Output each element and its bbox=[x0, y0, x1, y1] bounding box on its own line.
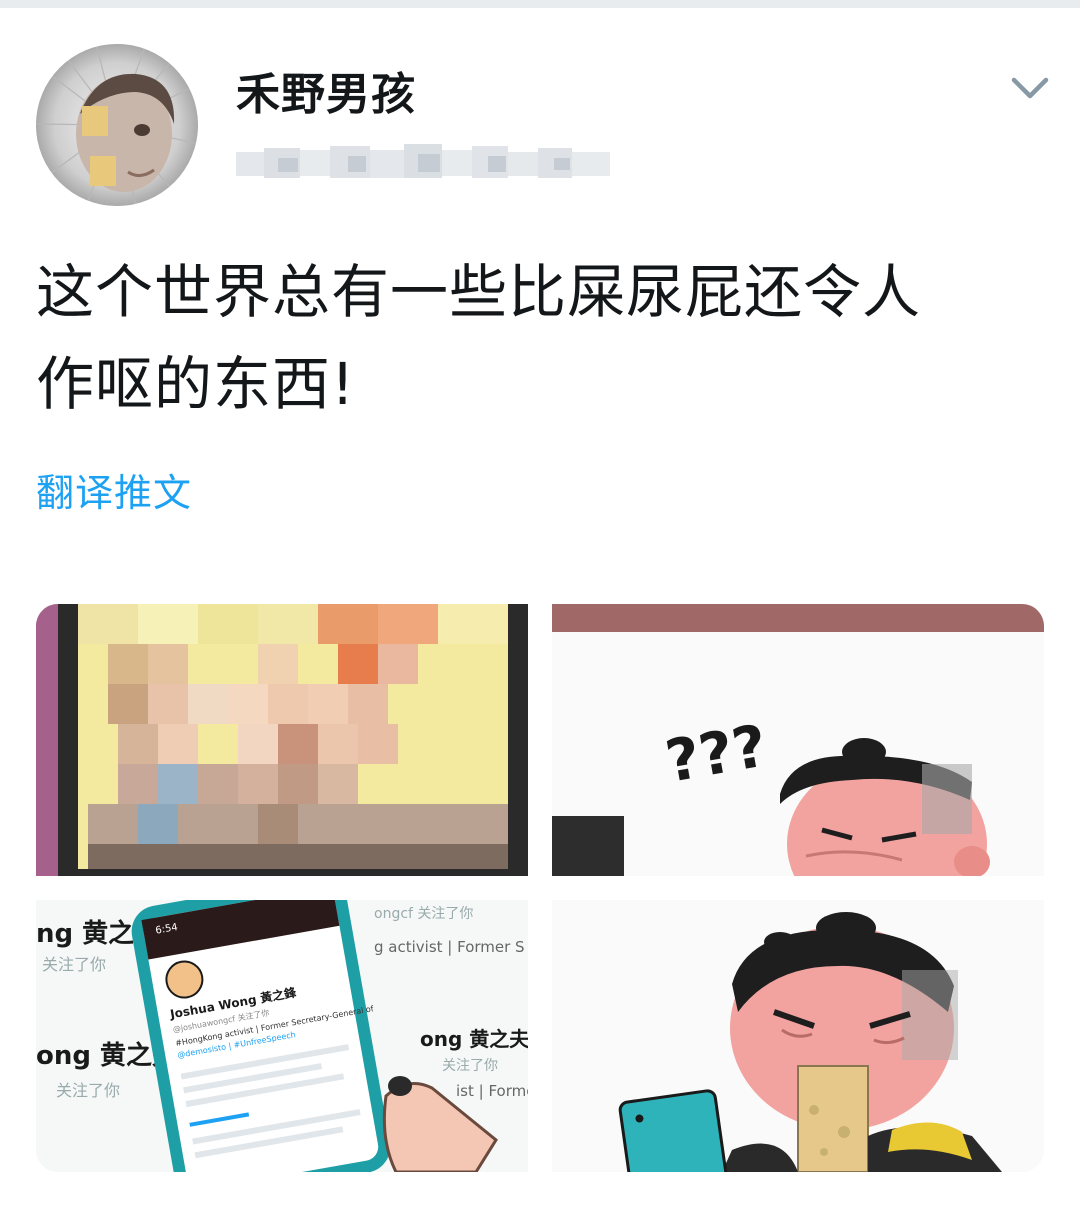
text-left-follow: 关注了你 bbox=[42, 955, 106, 974]
chevron-down-icon[interactable] bbox=[1008, 72, 1052, 104]
text-right-mid: g activist | Former S bbox=[374, 938, 525, 956]
translate-tweet-link[interactable]: 翻译推文 bbox=[36, 462, 192, 517]
tweet-media-grid: ??? ng 黄之 关注了你 ong 黄之夫 关注了你 ongcf 关注了你 g… bbox=[36, 604, 1044, 1172]
author-avatar[interactable] bbox=[36, 44, 198, 206]
media-image-4[interactable] bbox=[552, 900, 1044, 1172]
author-display-name[interactable]: 禾野男孩 bbox=[236, 58, 416, 122]
tweet-text-line-1: 这个世界总有一些比屎尿屁还令人 bbox=[36, 258, 922, 326]
avatar-image bbox=[36, 44, 198, 206]
top-divider bbox=[0, 0, 1080, 8]
tweet-text-line-2: 作呕的东西! bbox=[36, 350, 356, 418]
text-left-top: ng 黄之 bbox=[36, 918, 134, 949]
text-left-mid-follow: 关注了你 bbox=[56, 1081, 120, 1100]
tweet-text: 这个世界总有一些比屎尿屁还令人 作呕的东西! bbox=[36, 246, 1046, 430]
text-right-low-follow: 关注了你 bbox=[442, 1058, 498, 1074]
media-image-1[interactable] bbox=[36, 604, 528, 876]
text-right-top: ongcf 关注了你 bbox=[374, 906, 473, 922]
author-handle-obscured bbox=[228, 140, 620, 188]
text-right-low: ong 黄之夫 bbox=[420, 1027, 528, 1051]
text-right-bot: ist | Forme bbox=[456, 1082, 528, 1100]
media-image-3[interactable]: ng 黄之 关注了你 ong 黄之夫 关注了你 ongcf 关注了你 g act… bbox=[36, 900, 528, 1172]
media-image-2[interactable]: ??? bbox=[552, 604, 1044, 876]
